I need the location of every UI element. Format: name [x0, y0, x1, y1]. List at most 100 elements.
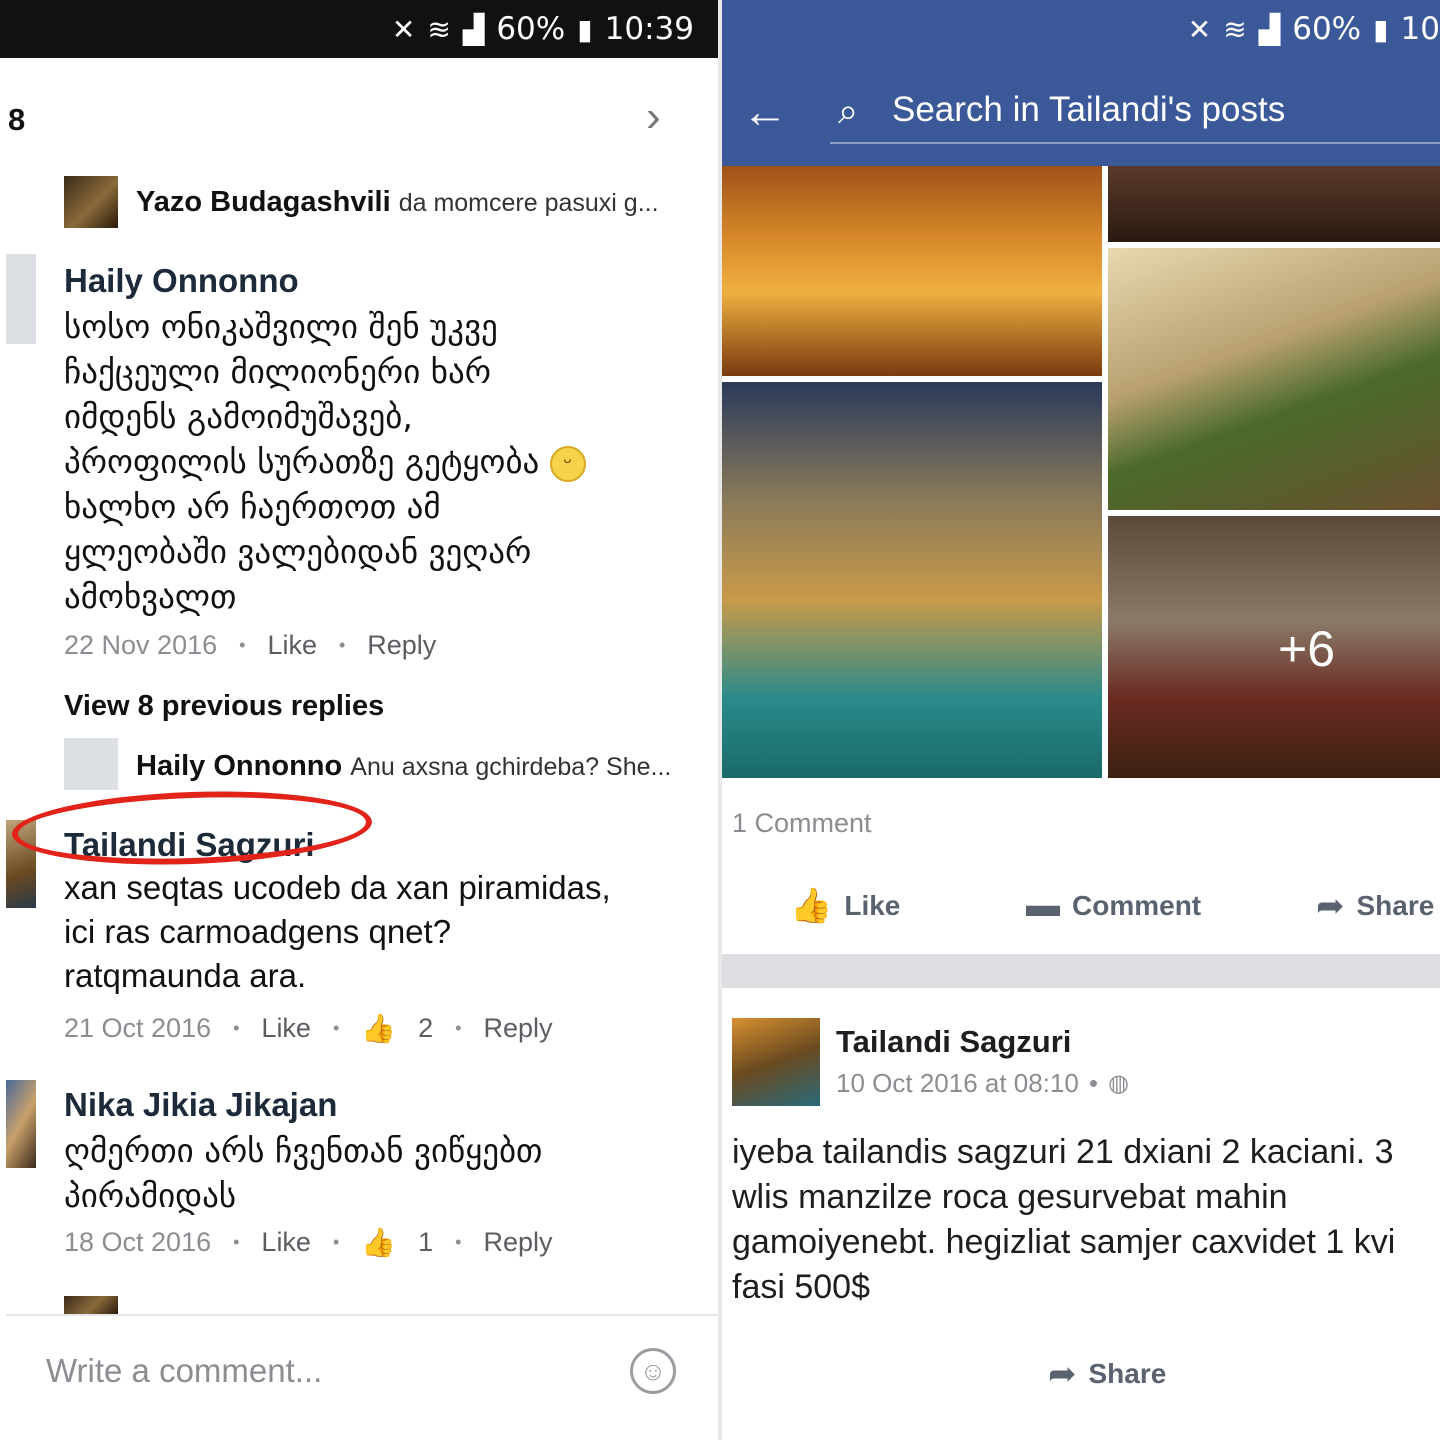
more-photos-count: +6 [1278, 621, 1336, 677]
signal-icon: ▟ [462, 13, 485, 45]
avatar[interactable] [64, 738, 118, 790]
search-underline [830, 142, 1440, 144]
comment-button[interactable]: ▬ Comment [1026, 886, 1201, 925]
separator-dot: • [332, 1018, 340, 1038]
battery-icon: ▮ [577, 13, 593, 45]
grinning-emoji-icon: ᵕ [549, 445, 586, 482]
like-link[interactable]: Like [267, 630, 317, 661]
comment-line: ამოხვალთ [64, 577, 237, 616]
comment-thread[interactable]: Yazo Budagashvili da momcere pasuxi g...… [6, 176, 718, 1314]
post-line: gamoiyenebt. hegizliat samjer caxvidet 1… [732, 1223, 1396, 1261]
signal-icon: ▟ [1258, 13, 1281, 45]
hotel-photo[interactable] [1108, 166, 1440, 242]
smiley-icon[interactable]: ☺ [630, 1348, 676, 1394]
avatar[interactable] [6, 1080, 36, 1168]
like-button[interactable]: 👍 Like [790, 886, 900, 926]
comment-date: 21 Oct 2016 [64, 1013, 212, 1043]
mute-icon: ✕ [1187, 13, 1212, 45]
comment-text: ღმერთი არს ჩვენთან ვიწყებთ პირამიდას [64, 1128, 694, 1218]
separator-dot: • [1088, 1068, 1098, 1098]
battery-percent: 60% [496, 11, 566, 47]
comment-date: 22 Nov 2016 [64, 630, 218, 660]
share-button[interactable]: ➦ Share [1316, 886, 1434, 926]
share-label: Share [1088, 1358, 1167, 1389]
battery-percent: 60% [1292, 11, 1362, 47]
post-author[interactable]: Tailandi Sagzuri [836, 1024, 1071, 1060]
feed-separator [722, 954, 1440, 988]
reply-preview[interactable]: Haily Onnonno Anu axsna gchirdeba? She..… [136, 750, 696, 783]
comment-author[interactable]: Nika Jikia Jikajan [64, 1086, 337, 1124]
post-line: wlis manzilze roca gesurvebat mahin [732, 1178, 1288, 1216]
comment-label: Comment [1072, 889, 1202, 921]
speech-bubble-icon: ▬ [1026, 886, 1060, 924]
search-input[interactable]: Search in Tailandi's posts [892, 90, 1285, 130]
comment-count[interactable]: 1 Comment [732, 808, 872, 839]
reply-link[interactable]: Reply [367, 630, 436, 661]
comment-meta: 21 Oct 2016 • Like • 👍 2 • Reply [64, 1012, 553, 1045]
hotel-photo[interactable] [722, 166, 1102, 376]
post-timestamp: 10 Oct 2016 at 08:10 • ◍ [836, 1068, 1129, 1099]
comment-line: პირამიდას [64, 1176, 237, 1215]
like-label: Like [844, 890, 901, 921]
separator-dot: • [239, 635, 246, 655]
like-link[interactable]: Like [261, 1013, 311, 1044]
comment-meta: 18 Oct 2016 • Like • 👍 1 • Reply [64, 1226, 553, 1259]
hotel-photo[interactable] [722, 382, 1102, 778]
reply-snippet: da momcere pasuxi g... [398, 189, 659, 217]
chevron-right-icon[interactable]: › [646, 92, 661, 142]
comment-line: xan seqtas ucodeb da xan piramidas, [64, 869, 611, 906]
reply-author[interactable]: Haily Onnonno [136, 750, 342, 782]
comment-line: ici ras carmoadgens qnet? [64, 913, 452, 950]
separator-dot: • [332, 1232, 340, 1252]
reply-link[interactable]: Reply [483, 1227, 552, 1258]
post-line: fasi 500$ [732, 1268, 870, 1306]
comment-line: ხალხო არ ჩაერთოთ ამ [64, 487, 441, 526]
back-arrow-icon[interactable]: ← [742, 84, 788, 138]
reply-count: 8 [8, 102, 26, 137]
thumbs-up-icon: 👍 [361, 1013, 397, 1044]
comment-line: იმდენს გამოიმუშავებ, [64, 397, 413, 436]
hotel-photo-more[interactable]: +6 [1108, 516, 1440, 778]
comment-line: სოსო ონიკაშვილი შენ უკვე [64, 307, 498, 346]
separator-dot: • [233, 1018, 240, 1038]
red-annotation-circle [10, 785, 374, 871]
like-link[interactable]: Like [261, 1227, 311, 1258]
like-count[interactable]: 2 [418, 1013, 433, 1044]
post-action-bar: 👍 Like ▬ Comment ➦ Share [722, 880, 1440, 940]
thumbs-up-icon: 👍 [361, 1227, 397, 1258]
avatar[interactable] [6, 254, 36, 344]
share-arrow-icon: ➦ [1048, 1355, 1077, 1393]
comment-line-with-emoji: პროფილის სურათზე გეტყობა ᵕ [64, 439, 694, 484]
hotel-photo[interactable] [1108, 248, 1440, 510]
like-count[interactable]: 1 [418, 1227, 433, 1258]
post-author-avatar[interactable] [732, 1018, 820, 1106]
globe-icon: ◍ [1107, 1070, 1129, 1097]
reply-preview[interactable]: Yazo Budagashvili da momcere pasuxi g... [136, 186, 696, 219]
share-label: Share [1356, 890, 1435, 921]
search-icon: ⌕ [838, 90, 859, 131]
post-body: iyeba tailandis sagzuri 21 dxiani 2 kaci… [732, 1130, 1440, 1310]
comment-author[interactable]: Haily Onnonno [64, 262, 299, 300]
view-previous-replies[interactable]: View 8 previous replies [64, 690, 384, 723]
comment-line: ratqmaunda ara. [64, 957, 307, 994]
separator-dot: • [233, 1232, 240, 1252]
reply-link[interactable]: Reply [483, 1013, 552, 1044]
comment-line: ჩაქცეული მილიონერი ხარ [64, 352, 492, 391]
thumbs-up-icon: 👍 [790, 887, 833, 925]
status-bar: ✕ ≋ ▟ 60% ▮ 10 [722, 0, 1440, 58]
comment-composer: Write a comment... ☺ [6, 1314, 718, 1440]
left-screenshot: ✕ ≋ ▟ 60% ▮ 10:39 8 › Yazo Budagashvili … [0, 0, 718, 1440]
comment-text: xan seqtas ucodeb da xan piramidas, ici … [64, 866, 694, 998]
avatar[interactable] [64, 1296, 118, 1314]
comment-line: ღმერთი არს ჩვენთან ვიწყებთ [64, 1131, 543, 1170]
post-share-button[interactable]: ➦ Share [1048, 1354, 1166, 1394]
status-bar: ✕ ≋ ▟ 60% ▮ 10:39 [0, 0, 718, 58]
comment-date: 18 Oct 2016 [64, 1227, 212, 1257]
reply-author[interactable]: Yazo Budagashvili [136, 186, 391, 218]
reply-snippet: Anu axsna gchirdeba? She... [350, 753, 672, 781]
wifi-icon: ≋ [1223, 13, 1247, 45]
comment-input[interactable]: Write a comment... [46, 1352, 322, 1390]
avatar[interactable] [64, 176, 118, 228]
comment-text: სოსო ონიკაშვილი შენ უკვე ჩაქცეული მილიონ… [64, 304, 694, 619]
post-date[interactable]: 10 Oct 2016 at 08:10 [836, 1068, 1079, 1099]
